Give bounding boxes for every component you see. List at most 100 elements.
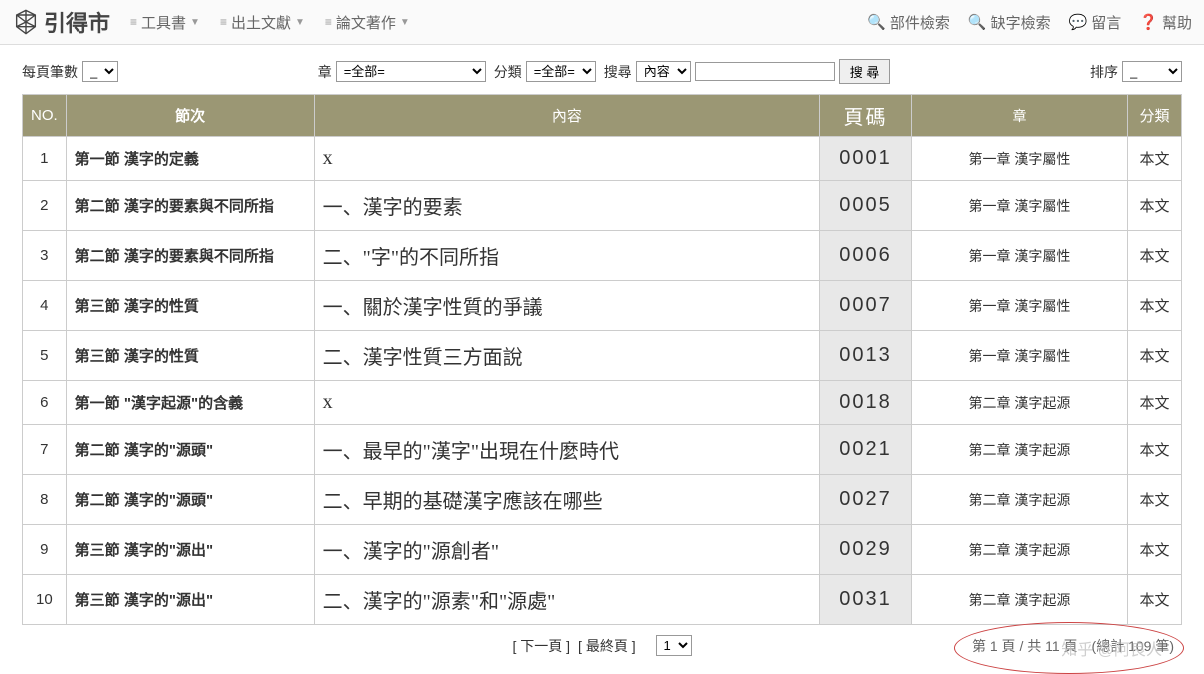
- search-button[interactable]: 搜 尋: [839, 59, 891, 84]
- table-row[interactable]: 3第二節 漢字的要素與不同所指二、"字"的不同所指0006第一章 漢字屬性本文: [23, 231, 1182, 281]
- cell-no: 3: [23, 231, 67, 281]
- filter-bar: 每頁筆數 _ 章 =全部= 分類 =全部= 搜尋 內容 搜 尋 排序 _: [0, 45, 1204, 94]
- last-page-link[interactable]: [ 最終頁 ]: [578, 636, 636, 656]
- pager: [ 下一頁 ] [ 最終頁 ] 1 第 1 頁 / 共 11 頁 (總計 109…: [0, 625, 1204, 666]
- logo[interactable]: 引得市: [12, 6, 110, 38]
- chapter-select[interactable]: =全部=: [336, 61, 486, 82]
- cell-section: 第三節 漢字的"源出": [66, 575, 314, 625]
- cell-content: 二、漢字的"源素"和"源處": [314, 575, 819, 625]
- cell-no: 4: [23, 281, 67, 331]
- search-icon: 🔍: [867, 13, 886, 31]
- page-select[interactable]: 1: [656, 635, 692, 656]
- caret-down-icon: ▼: [190, 17, 200, 28]
- cell-no: 6: [23, 381, 67, 425]
- per-page-select[interactable]: _: [82, 61, 118, 82]
- cell-category: 本文: [1128, 181, 1182, 231]
- table-row[interactable]: 1第一節 漢字的定義x0001第一章 漢字屬性本文: [23, 137, 1182, 181]
- nav-unearthed[interactable]: ≡ 出土文獻 ▼: [220, 12, 305, 33]
- help-icon: ❓: [1139, 13, 1158, 31]
- th-content[interactable]: 內容: [314, 95, 819, 137]
- cell-section: 第二節 漢字的"源頭": [66, 475, 314, 525]
- nav-label: 論文著作: [336, 12, 396, 33]
- hamburger-icon: ≡: [220, 15, 227, 29]
- nav-label: 出土文獻: [231, 12, 291, 33]
- cell-content: 二、早期的基礎漢字應該在哪些: [314, 475, 819, 525]
- cell-section: 第一節 漢字的定義: [66, 137, 314, 181]
- nav-component-search[interactable]: 🔍 部件檢索: [867, 12, 950, 33]
- table-row[interactable]: 8第二節 漢字的"源頭"二、早期的基礎漢字應該在哪些0027第二章 漢字起源本文: [23, 475, 1182, 525]
- next-page-link[interactable]: [ 下一頁 ]: [512, 636, 570, 656]
- cell-page[interactable]: 0029: [820, 525, 912, 575]
- table-row[interactable]: 7第二節 漢字的"源頭"一、最早的"漢字"出現在什麼時代0021第二章 漢字起源…: [23, 425, 1182, 475]
- sort-label: 排序: [1090, 62, 1118, 82]
- nav-menu: ≡ 工具書 ▼ ≡ 出土文獻 ▼ ≡ 論文著作 ▼: [130, 12, 867, 33]
- cell-no: 2: [23, 181, 67, 231]
- data-table: NO. 節次 內容 頁碼 章 分類 1第一節 漢字的定義x0001第一章 漢字屬…: [22, 94, 1182, 625]
- table-row[interactable]: 2第二節 漢字的要素與不同所指一、漢字的要素0005第一章 漢字屬性本文: [23, 181, 1182, 231]
- table-row[interactable]: 4第三節 漢字的性質一、關於漢字性質的爭議0007第一章 漢字屬性本文: [23, 281, 1182, 331]
- cell-page[interactable]: 0005: [820, 181, 912, 231]
- th-category[interactable]: 分類: [1128, 95, 1182, 137]
- sort-group: 排序 _: [1090, 61, 1182, 82]
- header: 引得市 ≡ 工具書 ▼ ≡ 出土文獻 ▼ ≡ 論文著作 ▼ 🔍 部件檢索 🔍 缺…: [0, 0, 1204, 45]
- nav-papers[interactable]: ≡ 論文著作 ▼: [325, 12, 410, 33]
- search-group: 搜尋 內容 搜 尋: [604, 59, 891, 84]
- nav-help[interactable]: ❓ 幫助: [1139, 12, 1192, 33]
- cell-page[interactable]: 0013: [820, 331, 912, 381]
- nav-right-label: 缺字檢索: [991, 12, 1051, 33]
- cell-section: 第三節 漢字的性質: [66, 331, 314, 381]
- category-select[interactable]: =全部=: [526, 61, 596, 82]
- search-field-select[interactable]: 內容: [636, 61, 691, 82]
- table-row[interactable]: 5第三節 漢字的性質二、漢字性質三方面說0013第一章 漢字屬性本文: [23, 331, 1182, 381]
- th-chapter[interactable]: 章: [912, 95, 1128, 137]
- category-group: 分類 =全部=: [494, 61, 596, 82]
- search-input[interactable]: [695, 62, 835, 81]
- th-no[interactable]: NO.: [23, 95, 67, 137]
- comment-icon: 💬: [1069, 13, 1088, 31]
- cell-no: 7: [23, 425, 67, 475]
- search-label: 搜尋: [604, 62, 632, 82]
- per-page-label: 每頁筆數: [22, 62, 78, 82]
- cell-content: 二、漢字性質三方面說: [314, 331, 819, 381]
- cell-chapter: 第二章 漢字起源: [912, 425, 1128, 475]
- cell-no: 8: [23, 475, 67, 525]
- nav-label: 工具書: [141, 12, 186, 33]
- table-row[interactable]: 10第三節 漢字的"源出"二、漢字的"源素"和"源處"0031第二章 漢字起源本…: [23, 575, 1182, 625]
- cell-page[interactable]: 0006: [820, 231, 912, 281]
- cell-page[interactable]: 0021: [820, 425, 912, 475]
- cell-page[interactable]: 0031: [820, 575, 912, 625]
- cell-category: 本文: [1128, 525, 1182, 575]
- th-section[interactable]: 節次: [66, 95, 314, 137]
- nav-missing-search[interactable]: 🔍 缺字檢索: [968, 12, 1051, 33]
- cell-chapter: 第一章 漢字屬性: [912, 137, 1128, 181]
- nav-message[interactable]: 💬 留言: [1069, 12, 1122, 33]
- cell-page[interactable]: 0007: [820, 281, 912, 331]
- cell-page[interactable]: 0027: [820, 475, 912, 525]
- cell-content: 一、最早的"漢字"出現在什麼時代: [314, 425, 819, 475]
- cell-content: x: [314, 381, 819, 425]
- per-page-group: 每頁筆數 _: [22, 61, 118, 82]
- cell-chapter: 第二章 漢字起源: [912, 525, 1128, 575]
- cell-section: 第二節 漢字的要素與不同所指: [66, 231, 314, 281]
- cell-category: 本文: [1128, 575, 1182, 625]
- cell-chapter: 第二章 漢字起源: [912, 475, 1128, 525]
- sort-select[interactable]: _: [1122, 61, 1182, 82]
- table-row[interactable]: 9第三節 漢字的"源出"一、漢字的"源創者"0029第二章 漢字起源本文: [23, 525, 1182, 575]
- cell-category: 本文: [1128, 381, 1182, 425]
- cell-content: 二、"字"的不同所指: [314, 231, 819, 281]
- nav-right-label: 部件檢索: [890, 12, 950, 33]
- th-page[interactable]: 頁碼: [820, 95, 912, 137]
- caret-down-icon: ▼: [400, 17, 410, 28]
- cell-category: 本文: [1128, 331, 1182, 381]
- cell-content: 一、關於漢字性質的爭議: [314, 281, 819, 331]
- table-row[interactable]: 6第一節 "漢字起源"的含義x0018第二章 漢字起源本文: [23, 381, 1182, 425]
- cell-page[interactable]: 0018: [820, 381, 912, 425]
- nav-tools[interactable]: ≡ 工具書 ▼: [130, 12, 200, 33]
- nav-right-label: 幫助: [1162, 12, 1192, 33]
- chapter-group: 章 =全部=: [318, 61, 486, 82]
- cell-page[interactable]: 0001: [820, 137, 912, 181]
- cell-content: x: [314, 137, 819, 181]
- cell-chapter: 第二章 漢字起源: [912, 575, 1128, 625]
- cell-category: 本文: [1128, 475, 1182, 525]
- cell-section: 第二節 漢字的要素與不同所指: [66, 181, 314, 231]
